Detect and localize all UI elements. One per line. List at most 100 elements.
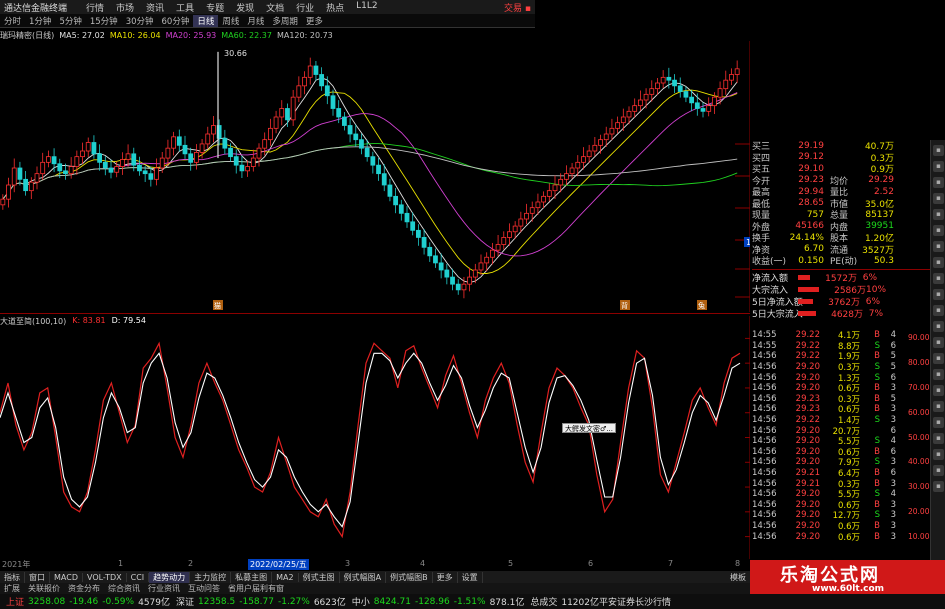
side-tool-icon[interactable]: ▪ (933, 321, 944, 332)
template-button[interactable]: 模板 (730, 572, 750, 583)
menu-item[interactable]: L1L2 (350, 1, 383, 14)
side-tool-icon[interactable]: ▪ (933, 385, 944, 396)
menu-item[interactable]: 市场 (110, 1, 140, 14)
indicator-tab[interactable]: 例式主图 (299, 571, 340, 583)
side-tool-icon[interactable]: ▪ (933, 145, 944, 156)
side-tool-icon[interactable]: ▪ (933, 257, 944, 268)
menu-item[interactable]: 工具 (170, 1, 200, 14)
candle-body (461, 283, 467, 291)
indicator-tab[interactable]: MA2 (272, 572, 299, 582)
side-tool-icon[interactable]: ▪ (933, 273, 944, 284)
period-tab[interactable]: 15分钟 (86, 15, 122, 27)
quote-value: 39951 (865, 221, 894, 232)
indicator-tab[interactable]: 窗口 (25, 571, 50, 583)
side-tool-icon[interactable]: ▪ (933, 465, 944, 476)
period-tab[interactable]: 1分钟 (25, 15, 55, 27)
info-tab[interactable]: 关联报价 (24, 583, 64, 594)
tick-count: 3 (890, 415, 896, 426)
indicator-tab[interactable]: VOL-TDX (83, 572, 127, 582)
period-tab[interactable]: 5分钟 (55, 15, 85, 27)
tick-time: 14:56 (752, 468, 777, 479)
side-tool-icon[interactable]: ▪ (933, 433, 944, 444)
info-tab[interactable]: 省用户届利有窗 (224, 583, 288, 594)
menu-item[interactable]: 行情 (80, 1, 110, 14)
side-tool-icon[interactable]: ▪ (933, 481, 944, 492)
trade-button[interactable]: 交易 ▪ (504, 1, 535, 14)
indicator-tab[interactable]: MACD (50, 572, 83, 582)
candle-body (159, 157, 165, 169)
candle-body (398, 204, 404, 214)
quote-value: 6.70 (803, 244, 824, 255)
side-tool-icon[interactable]: ▪ (933, 241, 944, 252)
side-tool-icon[interactable]: ▪ (933, 337, 944, 348)
period-tab[interactable]: 更多 (302, 15, 327, 27)
indicator-tab[interactable]: 更多 (433, 571, 458, 583)
candle-body (285, 108, 290, 121)
candlestick-chart[interactable]: 24.0022.0020.0018.0016.0014.0030.6616.92… (0, 41, 750, 312)
candle-body (364, 147, 370, 158)
info-tab[interactable]: 互动问答 (184, 583, 224, 594)
period-tab[interactable]: 60分钟 (158, 15, 194, 27)
menu-item[interactable]: 资讯 (140, 1, 170, 14)
side-tool-icon[interactable]: ▪ (933, 305, 944, 316)
side-tool-icon[interactable]: ▪ (933, 289, 944, 300)
menu-item[interactable]: 发现 (230, 1, 260, 14)
ma-legend-item: MA60: 22.37 (221, 30, 272, 40)
indicator-tab[interactable]: 例式幅图B (386, 571, 433, 583)
period-tab[interactable]: 日线 (193, 14, 219, 27)
period-tab[interactable]: 多周期 (268, 15, 302, 27)
indicator-tab[interactable]: CCI (127, 572, 150, 582)
period-tab[interactable]: 月线 (243, 15, 268, 27)
side-tool-icon[interactable]: ▪ (933, 177, 944, 188)
candle-body (535, 201, 541, 209)
tick-price: 29.20 (795, 362, 820, 373)
period-tab[interactable]: 周线 (218, 15, 243, 27)
period-tab[interactable]: 分时 (0, 15, 25, 27)
candle-body (655, 82, 660, 90)
indicator-tab[interactable]: 私募主图 (231, 571, 273, 583)
period-tab[interactable]: 30分钟 (122, 15, 158, 27)
menu-item[interactable]: 行业 (290, 1, 320, 14)
indicator-chart[interactable] (0, 316, 750, 559)
indicator-tab[interactable]: 例式幅图A (340, 571, 387, 583)
menu-item[interactable]: 文档 (260, 1, 290, 14)
menu-item[interactable]: 专题 (200, 1, 230, 14)
indicator-tab[interactable]: 趋势动力 (149, 571, 191, 583)
sh-label: 上证 (6, 598, 25, 608)
tick-time: 14:56 (752, 520, 777, 531)
side-tool-icon[interactable]: ▪ (933, 449, 944, 460)
side-tool-icon[interactable]: ▪ (933, 161, 944, 172)
indicator-tick-label: 60.00 (908, 407, 930, 417)
flow-bar (798, 275, 810, 280)
tick-list[interactable]: 14:55 29.22 4.1万 B 4 14:55 29.22 8.8万 S 6 14:56 29.… (752, 330, 930, 550)
tick-count: 3 (890, 404, 896, 415)
side-tool-icon[interactable]: ▪ (933, 353, 944, 364)
candle-body (85, 142, 91, 152)
ma-legend-item: MA120: 20.73 (276, 30, 333, 40)
side-tool-icon[interactable]: ▪ (933, 401, 944, 412)
zx-change: -128.96 (414, 596, 450, 607)
news-ticker[interactable]: 11202亿平安证券长沙行情 (557, 595, 671, 608)
side-tool-icon[interactable]: ▪ (933, 225, 944, 236)
side-tool-icon[interactable]: ▪ (933, 417, 944, 428)
info-tab[interactable]: 综合资讯 (104, 583, 144, 594)
info-tab[interactable]: 行业资讯 (144, 583, 184, 594)
candle-body (302, 76, 307, 87)
menu-item[interactable]: 热点 (320, 1, 350, 14)
info-tab[interactable]: 资金分布 (64, 583, 104, 594)
side-tool-icon[interactable]: ▪ (933, 369, 944, 380)
candle-body (222, 137, 228, 149)
indicator-tab[interactable]: 主力监控 (190, 571, 232, 583)
candle-body (615, 122, 621, 129)
candle-body (6, 184, 11, 200)
side-tool-icon[interactable]: ▪ (933, 209, 944, 220)
candle-body (256, 147, 262, 159)
side-tool-icon[interactable]: ▪ (933, 193, 944, 204)
info-tab[interactable]: 扩展 (0, 583, 24, 594)
candle-body (148, 173, 154, 180)
indicator-tab[interactable]: 指标 (0, 571, 25, 583)
candle-body (176, 136, 182, 146)
quote-divider (752, 268, 930, 270)
indicator-tab[interactable]: 设置 (458, 571, 483, 583)
candle-body (472, 269, 478, 278)
